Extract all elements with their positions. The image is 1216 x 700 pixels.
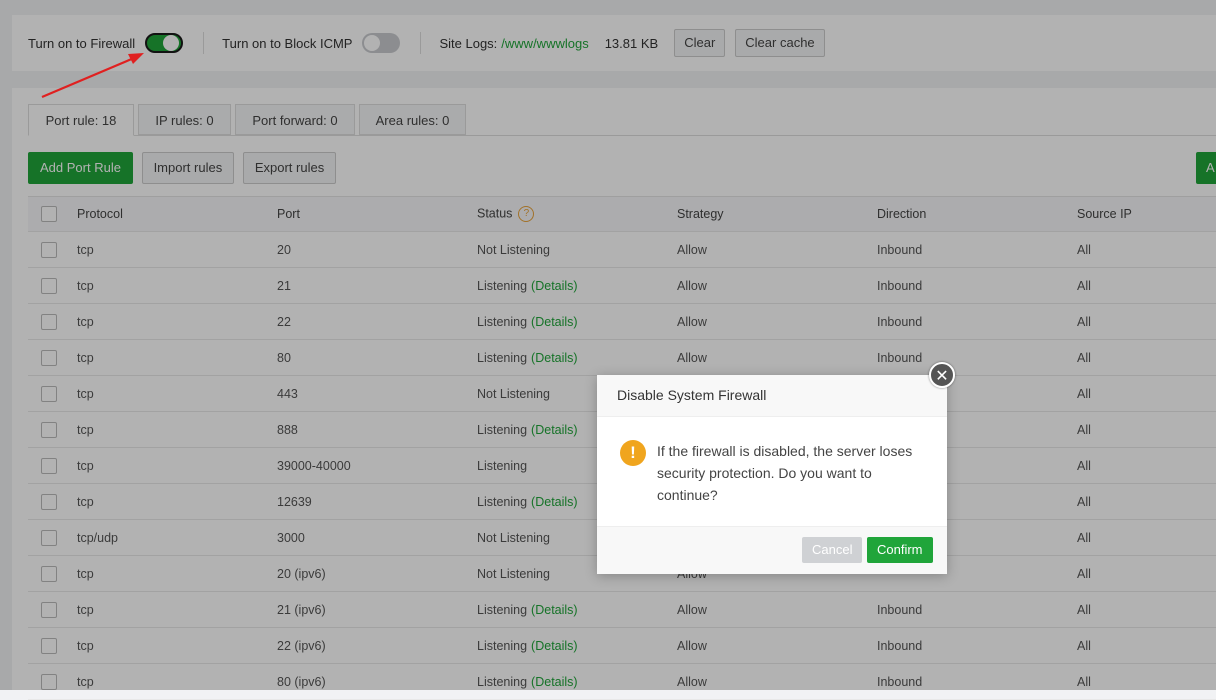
dialog-title: Disable System Firewall <box>597 375 947 417</box>
warning-icon: ! <box>620 440 646 466</box>
cancel-button[interactable]: Cancel <box>802 537 863 563</box>
dialog-body: ! If the firewall is disabled, the serve… <box>597 417 947 527</box>
dialog-message: If the firewall is disabled, the server … <box>657 443 913 503</box>
annotation-arrow <box>41 53 144 99</box>
disable-firewall-dialog: Disable System Firewall ✕ ! If the firew… <box>597 362 955 574</box>
confirm-button[interactable]: Confirm <box>867 537 933 563</box>
close-icon[interactable]: ✕ <box>929 362 955 388</box>
dialog-footer: Cancel Confirm <box>597 526 947 574</box>
